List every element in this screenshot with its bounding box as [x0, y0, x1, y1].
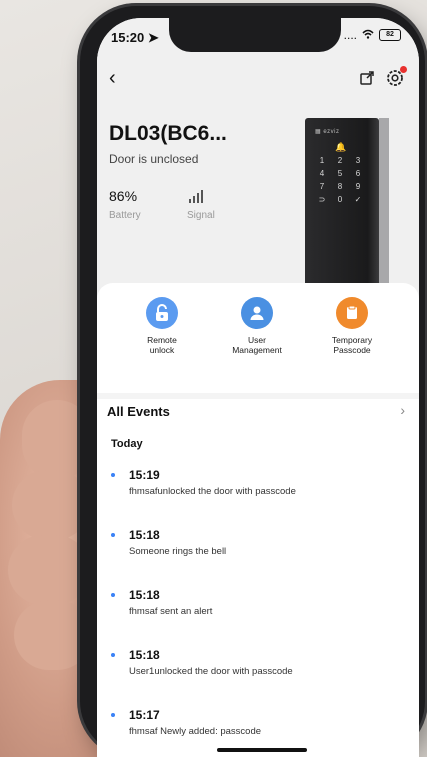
timeline-dot	[111, 713, 115, 717]
event-group-label: Today	[111, 438, 143, 450]
remote-unlock-button[interactable]: Remote unlock	[117, 297, 207, 355]
battery-icon: 82	[379, 29, 401, 41]
location-arrow-icon: ➤	[147, 30, 159, 45]
notch	[169, 18, 341, 52]
passcode-icon	[336, 297, 368, 329]
all-events-link[interactable]: All Events	[107, 404, 170, 419]
door-status: Door is unclosed	[109, 152, 199, 166]
user-icon	[241, 297, 273, 329]
signal-icon	[189, 190, 203, 203]
signal-label: Signal	[187, 210, 215, 221]
lock-device-image: ▦ ezviz 🔔 123 456 789 ⊃ 0 ✓	[305, 118, 379, 308]
section-divider	[97, 393, 419, 399]
lock-open-icon	[146, 297, 178, 329]
status-time: 15:20 ➤	[111, 30, 159, 45]
notification-dot	[400, 66, 407, 73]
app-screen: 15:20 ➤ .... 82 ‹ DL03(BC6... Door is un…	[97, 18, 419, 757]
home-indicator[interactable]	[217, 748, 307, 752]
timeline-dot	[111, 593, 115, 597]
timeline-dot	[111, 533, 115, 537]
device-name: DL03(BC6...	[109, 122, 227, 145]
chevron-right-icon[interactable]: ›	[400, 402, 405, 418]
lock-brand-logo: ▦ ezviz	[315, 129, 340, 135]
finger	[12, 470, 90, 540]
share-icon[interactable]	[359, 70, 375, 86]
battery-value: 86%	[109, 188, 138, 204]
lock-handle-edge	[379, 118, 389, 308]
cell-dots: ....	[343, 28, 357, 42]
timeline-dot	[111, 653, 115, 657]
quick-actions: Remote unlock User Management Temporary …	[97, 283, 419, 393]
temporary-passcode-button[interactable]: Temporary Passcode	[307, 297, 397, 355]
status-indicators: .... 82	[344, 28, 401, 42]
wifi-icon	[362, 28, 374, 42]
timeline-dot	[111, 473, 115, 477]
battery-label: Battery	[109, 210, 141, 221]
bell-icon: 🔔	[335, 142, 347, 152]
finger	[8, 535, 90, 605]
back-button[interactable]: ‹	[109, 68, 116, 88]
user-management-button[interactable]: User Management	[212, 297, 302, 355]
lock-keypad: 123 456 789 ⊃ 0 ✓	[318, 156, 362, 204]
